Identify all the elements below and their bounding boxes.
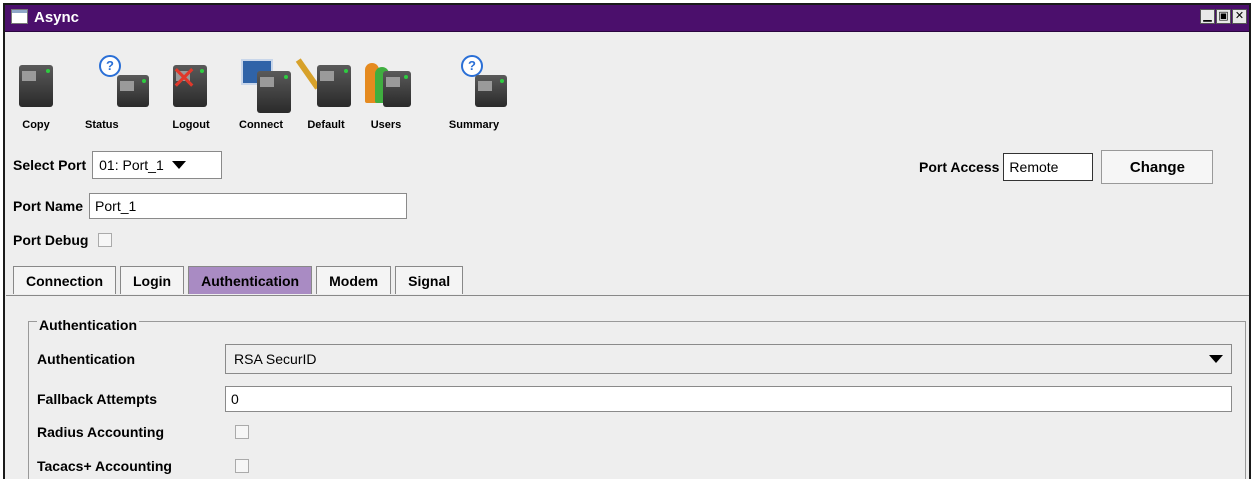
change-button[interactable]: Change — [1101, 150, 1214, 184]
chevron-down-icon — [171, 161, 186, 169]
port-debug-checkbox[interactable] — [98, 233, 113, 247]
copy-port-icon — [19, 65, 53, 107]
summary-port-icon — [475, 75, 507, 107]
status-port-icon — [117, 75, 149, 107]
port-debug-label: Port Debug — [13, 232, 89, 248]
tab-authentication[interactable]: Authentication — [188, 266, 313, 294]
minimize-icon[interactable]: ▁ — [1200, 9, 1215, 24]
connect-button[interactable]: Connect — [231, 35, 291, 135]
copy-label: Copy — [22, 119, 50, 131]
status-button[interactable]: ? Status — [61, 35, 149, 135]
users-button[interactable]: Users — [359, 35, 413, 135]
tacacs-accounting-checkbox[interactable] — [235, 459, 249, 473]
copy-button[interactable]: Copy — [13, 35, 59, 135]
help-icon: ? — [99, 55, 121, 77]
port-name-label: Port Name — [13, 198, 84, 214]
authentication-group-title: Authentication — [37, 317, 139, 333]
default-button[interactable]: Default — [295, 35, 355, 135]
close-icon[interactable]: ✕ — [1232, 9, 1247, 24]
select-port-row: Select Port 01: Port_1 — [13, 151, 223, 179]
tab-login[interactable]: Login — [120, 266, 185, 294]
fallback-attempts-input[interactable]: 0 — [225, 386, 1232, 412]
async-window: Async ▁ ▣ ✕ Copy ? Status ✕ Logout Conne… — [3, 3, 1251, 479]
radius-accounting-row: Radius Accounting — [37, 424, 249, 440]
users-label: Users — [370, 119, 402, 131]
connect-label: Connect — [239, 119, 283, 131]
radius-accounting-checkbox[interactable] — [235, 425, 249, 439]
authentication-label: Authentication — [37, 351, 135, 367]
tab-signal[interactable]: Signal — [395, 266, 464, 294]
summary-button[interactable]: ? Summary — [439, 35, 509, 135]
users-port-icon — [383, 71, 411, 107]
tab-connection[interactable]: Connection — [13, 266, 116, 294]
default-port-icon — [317, 65, 351, 107]
authentication-row: Authentication RSA SecurID — [37, 344, 1232, 374]
window-icon — [11, 9, 28, 24]
fallback-attempts-label: Fallback Attempts — [37, 391, 158, 407]
title-bar: Async ▁ ▣ ✕ — [5, 5, 1249, 32]
summary-label: Summary — [448, 119, 500, 131]
port-debug-row: Port Debug — [13, 232, 113, 248]
select-port-value: 01: Port_1 — [99, 157, 164, 173]
status-label: Status — [85, 119, 119, 131]
red-x-icon: ✕ — [170, 60, 198, 96]
tacacs-accounting-row: Tacacs+ Accounting — [37, 458, 249, 474]
window-controls: ▁ ▣ ✕ — [1200, 9, 1247, 24]
window-title: Async — [34, 9, 80, 26]
maximize-icon[interactable]: ▣ — [1216, 9, 1231, 24]
radius-accounting-label: Radius Accounting — [37, 424, 165, 440]
fallback-attempts-row: Fallback Attempts 0 — [37, 386, 1232, 412]
logout-label: Logout — [172, 119, 210, 131]
tab-modem[interactable]: Modem — [316, 266, 392, 294]
port-access-row: Port Access Remote Change — [919, 150, 1214, 184]
select-port-label: Select Port — [13, 157, 87, 173]
port-access-label: Port Access — [919, 159, 1000, 175]
select-port-dropdown[interactable]: 01: Port_1 — [92, 151, 223, 179]
authentication-dropdown[interactable]: RSA SecurID — [225, 344, 1232, 374]
tab-bar: Connection Login Authentication Modem Si… — [13, 264, 467, 294]
default-label: Default — [307, 119, 345, 131]
chevron-down-icon — [1209, 355, 1223, 363]
port-name-input[interactable]: Port_1 — [89, 193, 408, 219]
port-access-value: Remote — [1003, 153, 1094, 181]
tacacs-accounting-label: Tacacs+ Accounting — [37, 458, 172, 474]
authentication-value: RSA SecurID — [234, 351, 317, 367]
logout-button[interactable]: ✕ Logout — [161, 35, 221, 135]
port-name-row: Port Name Port_1 — [13, 193, 408, 219]
connect-port-icon — [257, 71, 291, 113]
help-icon: ? — [461, 55, 483, 77]
